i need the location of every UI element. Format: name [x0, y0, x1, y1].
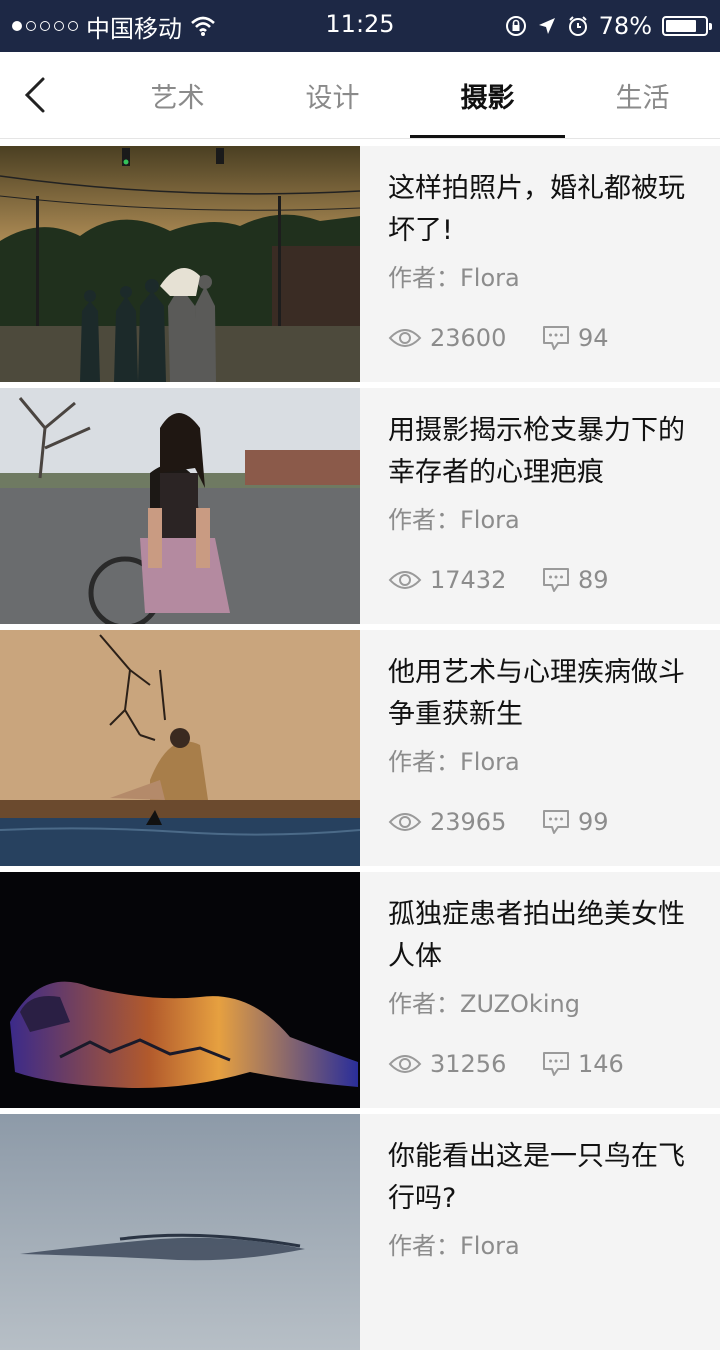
comment-icon	[543, 1052, 569, 1076]
view-count-value: 17432	[430, 566, 507, 594]
status-bar: 中国移动 11:25 78%	[0, 0, 720, 52]
tab-art[interactable]: 艺术	[100, 52, 255, 138]
comment-icon	[543, 568, 569, 592]
article-thumbnail	[0, 146, 360, 382]
article-title: 这样拍照片，婚礼都被玩坏了!	[388, 173, 685, 246]
location-arrow-icon	[538, 18, 555, 34]
category-tabs: 艺术 设计 摄影 生活	[100, 52, 720, 138]
battery-icon	[662, 16, 712, 36]
rotation-lock-icon	[505, 16, 526, 36]
article-title: 他用艺术与心理疾病做斗争重获新生	[388, 657, 685, 730]
article-card[interactable]: 这样拍照片，婚礼都被玩坏了! 作者：Flora 23600 94	[0, 146, 720, 382]
view-count: 23600	[388, 324, 542, 352]
article-info: 用摄影揭示枪支暴力下的幸存者的心理疤痕 作者：Flora 17432 89	[360, 388, 720, 624]
article-stats: 31256 146	[388, 1050, 624, 1078]
tab-design[interactable]: 设计	[255, 52, 410, 138]
article-author: 作者：Flora	[388, 506, 520, 534]
battery-percent: 78%	[598, 12, 652, 40]
article-author: 作者：ZUZOking	[388, 990, 580, 1018]
tab-life[interactable]: 生活	[565, 52, 720, 138]
view-count-value: 31256	[430, 1050, 507, 1078]
tab-photography[interactable]: 摄影	[410, 52, 565, 138]
article-list: 这样拍照片，婚礼都被玩坏了! 作者：Flora 23600 94 用摄影揭示枪支…	[0, 146, 720, 1356]
article-title: 孤独症患者拍出绝美女性人体	[388, 899, 685, 972]
comment-count-value: 146	[578, 1050, 624, 1078]
comment-count: 89	[542, 566, 609, 594]
eye-icon	[388, 813, 422, 831]
article-stats: 23965 99	[388, 808, 609, 836]
article-thumbnail	[0, 1114, 360, 1350]
comment-count: 94	[542, 324, 609, 352]
article-title: 你能看出这是一只鸟在飞行吗?	[388, 1141, 685, 1214]
article-author: 作者：Flora	[388, 264, 520, 292]
article-card[interactable]: 你能看出这是一只鸟在飞行吗? 作者：Flora	[0, 1114, 720, 1350]
comment-icon	[543, 810, 569, 834]
article-card[interactable]: 用摄影揭示枪支暴力下的幸存者的心理疤痕 作者：Flora 17432 89	[0, 388, 720, 624]
view-count: 23965	[388, 808, 542, 836]
view-count-value: 23600	[430, 324, 507, 352]
eye-icon	[388, 1055, 422, 1073]
eye-icon	[388, 329, 422, 347]
article-author: 作者：Flora	[388, 748, 520, 776]
category-nav: 艺术 设计 摄影 生活	[0, 52, 720, 139]
article-stats: 23600 94	[388, 324, 609, 352]
view-count: 17432	[388, 566, 542, 594]
article-card[interactable]: 他用艺术与心理疾病做斗争重获新生 作者：Flora 23965 99	[0, 630, 720, 866]
view-count: 31256	[388, 1050, 542, 1078]
article-info: 孤独症患者拍出绝美女性人体 作者：ZUZOking 31256 146	[360, 872, 720, 1108]
article-info: 他用艺术与心理疾病做斗争重获新生 作者：Flora 23965 99	[360, 630, 720, 866]
comment-count: 146	[542, 1050, 624, 1078]
article-info: 你能看出这是一只鸟在飞行吗? 作者：Flora	[360, 1114, 720, 1350]
status-right: 78%	[505, 10, 712, 42]
comment-count: 99	[542, 808, 609, 836]
article-card[interactable]: 孤独症患者拍出绝美女性人体 作者：ZUZOking 31256 146	[0, 872, 720, 1108]
comment-count-value: 99	[578, 808, 609, 836]
article-thumbnail	[0, 388, 360, 624]
article-thumbnail	[0, 630, 360, 866]
chevron-left-icon	[24, 77, 45, 113]
alarm-icon	[568, 16, 587, 36]
article-info: 这样拍照片，婚礼都被玩坏了! 作者：Flora 23600 94	[360, 146, 720, 382]
article-stats: 17432 89	[388, 566, 609, 594]
article-author: 作者：Flora	[388, 1232, 520, 1260]
view-count-value: 23965	[430, 808, 507, 836]
comment-count-value: 94	[578, 324, 609, 352]
article-title: 用摄影揭示枪支暴力下的幸存者的心理疤痕	[388, 415, 685, 488]
article-thumbnail	[0, 872, 360, 1108]
comment-icon	[543, 326, 569, 350]
comment-count-value: 89	[578, 566, 609, 594]
back-button[interactable]	[10, 68, 60, 122]
eye-icon	[388, 571, 422, 589]
